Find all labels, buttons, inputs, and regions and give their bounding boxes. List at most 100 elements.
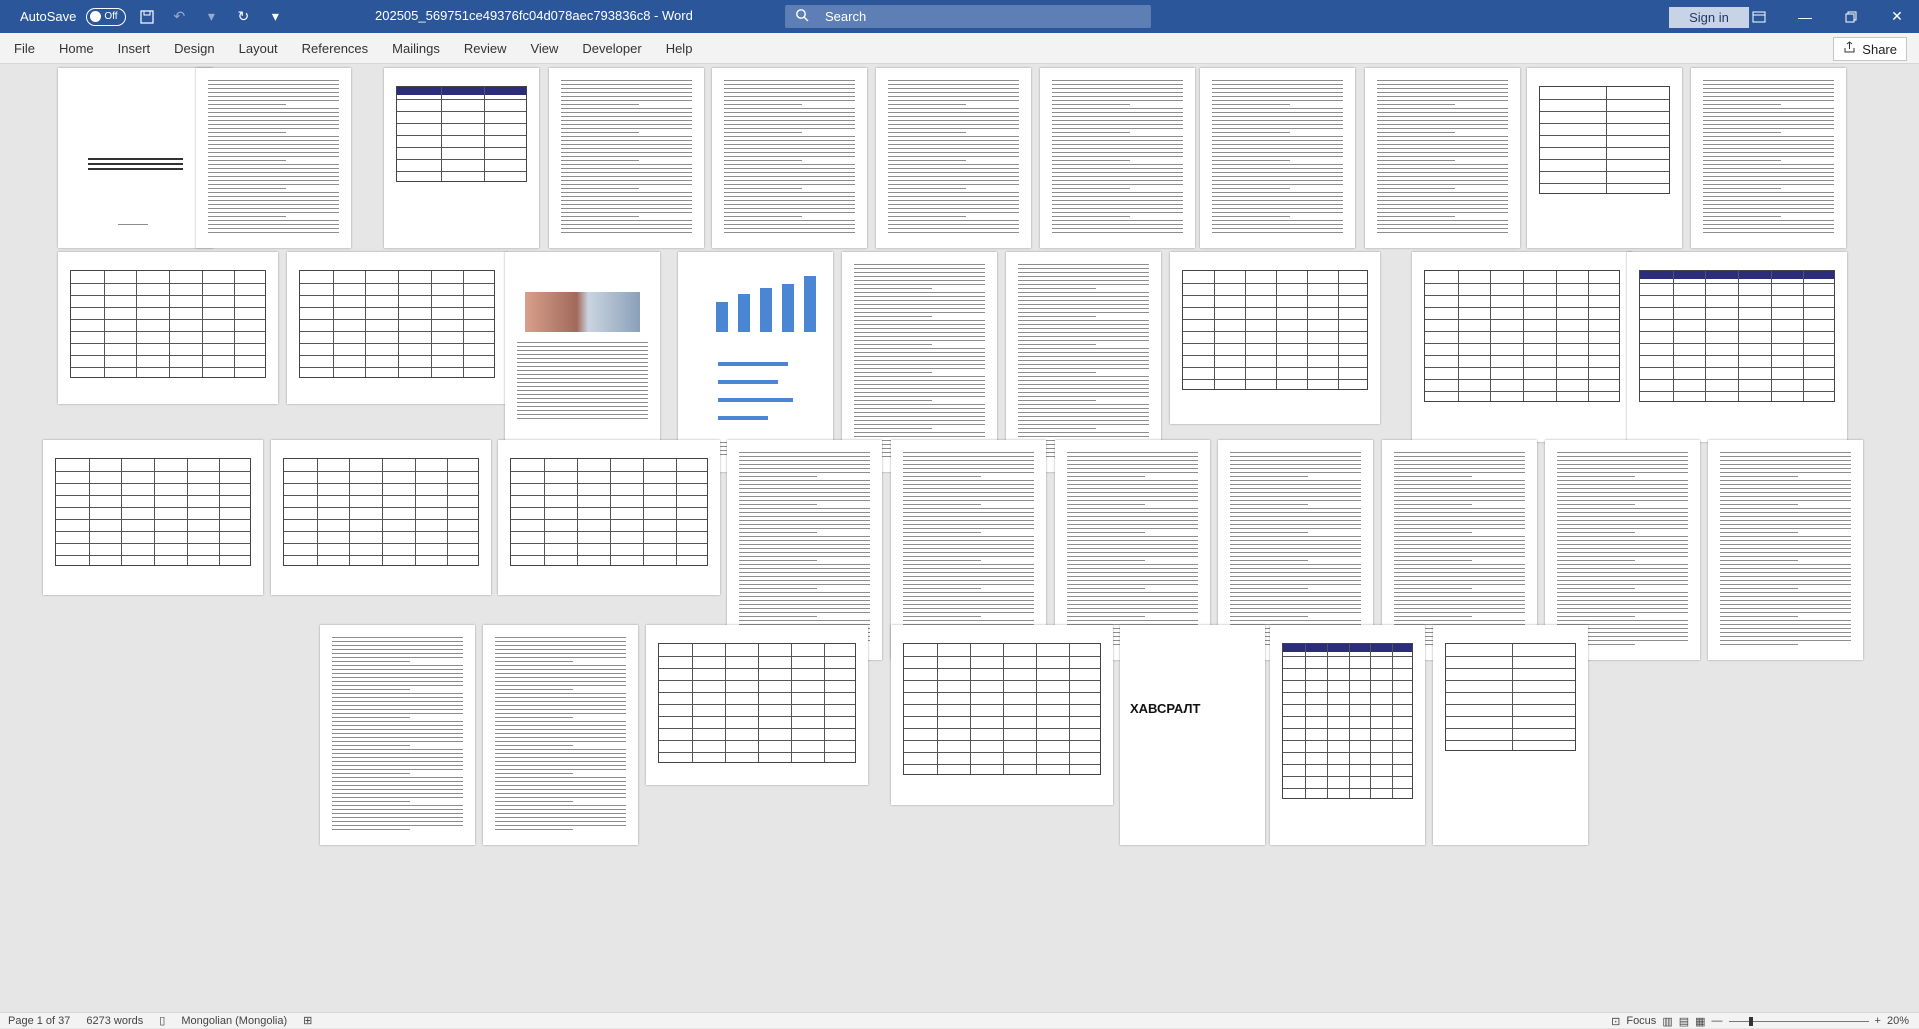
table-row-line (659, 716, 855, 717)
tab-layout[interactable]: Layout (227, 33, 290, 64)
undo-icon[interactable]: ↶ (168, 6, 190, 28)
document-canvas[interactable]: ХАВСРАЛТ (0, 64, 1919, 1012)
page-thumbnail[interactable] (483, 625, 638, 845)
page-thumbnail[interactable] (1691, 68, 1846, 248)
text-line (1720, 552, 1851, 553)
table-row-line (1640, 283, 1834, 284)
page-thumbnail[interactable] (549, 68, 704, 248)
save-icon[interactable] (136, 6, 158, 28)
page-thumbnail[interactable] (1412, 252, 1632, 442)
zoom-level[interactable]: 20% (1887, 1015, 1909, 1027)
zoom-slider[interactable] (1728, 1016, 1869, 1026)
tab-developer[interactable]: Developer (570, 33, 653, 64)
page-thumbnail[interactable] (891, 625, 1113, 805)
page-thumbnail[interactable] (712, 68, 867, 248)
text-line (495, 681, 626, 682)
text-line (1018, 424, 1149, 425)
text-line (332, 821, 463, 822)
accessibility-icon[interactable]: ⊞ (295, 1014, 320, 1027)
undo-dropdown-icon[interactable]: ▾ (200, 6, 222, 28)
page-thumbnail[interactable] (498, 440, 720, 595)
text-line (208, 216, 286, 217)
text-line (332, 797, 463, 798)
table-col-line (1555, 271, 1557, 401)
text-line (208, 148, 339, 149)
tab-help[interactable]: Help (654, 33, 705, 64)
table-row-line (1425, 331, 1619, 332)
word-count[interactable]: 6273 words (78, 1015, 151, 1027)
page-thumbnail[interactable] (287, 252, 507, 404)
tab-design[interactable]: Design (162, 33, 226, 64)
page-thumbnail[interactable] (1433, 625, 1588, 845)
page-thumbnail[interactable] (678, 252, 833, 472)
text-line (1703, 196, 1834, 197)
text-line (1720, 592, 1851, 593)
page-thumbnail[interactable] (1040, 68, 1195, 248)
language-indicator[interactable]: Mongolian (Mongolia) (173, 1015, 295, 1027)
tab-insert[interactable]: Insert (106, 33, 163, 64)
page-thumbnail[interactable] (196, 68, 351, 248)
page-thumbnail[interactable] (1006, 252, 1161, 472)
text-line (1557, 520, 1688, 521)
web-layout-icon[interactable]: ▦ (1695, 1015, 1705, 1028)
text-line (561, 80, 692, 81)
text-line (1557, 488, 1688, 489)
text-line (1212, 144, 1343, 145)
page-thumbnail[interactable] (1365, 68, 1520, 248)
print-layout-icon[interactable]: ▤ (1679, 1015, 1689, 1028)
table-row-line (1540, 111, 1669, 112)
page-thumbnail[interactable] (1200, 68, 1355, 248)
page-thumbnail[interactable] (646, 625, 868, 785)
text-line (1703, 212, 1834, 213)
page-indicator[interactable]: Page 1 of 37 (0, 1015, 78, 1027)
minimize-icon[interactable]: — (1782, 0, 1828, 33)
page-thumbnail[interactable] (58, 252, 278, 404)
tab-mailings[interactable]: Mailings (380, 33, 452, 64)
page-thumbnail[interactable]: ХАВСРАЛТ (1120, 625, 1265, 845)
text-line (1052, 152, 1183, 153)
zoom-out-icon[interactable]: — (1712, 1015, 1723, 1027)
customize-quick-access-icon[interactable]: ▾ (264, 6, 286, 28)
tab-review[interactable]: Review (452, 33, 519, 64)
text-line (1703, 204, 1834, 205)
table-row-line (1640, 343, 1834, 344)
page-thumbnail[interactable] (43, 440, 263, 595)
tab-view[interactable]: View (518, 33, 570, 64)
text-line (495, 725, 626, 726)
page-thumbnail[interactable] (1270, 625, 1425, 845)
page-thumbnail[interactable] (1627, 252, 1847, 442)
close-icon[interactable]: ✕ (1874, 0, 1919, 33)
page-thumbnail[interactable] (1170, 252, 1380, 424)
page-thumbnail[interactable] (1527, 68, 1682, 248)
share-button[interactable]: Share (1833, 37, 1907, 61)
tab-references[interactable]: References (290, 33, 380, 64)
text-line (854, 332, 985, 333)
page-thumbnail[interactable] (271, 440, 491, 595)
text-line (561, 132, 639, 133)
focus-icon[interactable]: ⊡ (1611, 1015, 1620, 1028)
page-thumbnail[interactable] (505, 252, 660, 472)
tab-home[interactable]: Home (47, 33, 106, 64)
text-line (724, 208, 855, 209)
text-line (1212, 96, 1343, 97)
read-mode-icon[interactable]: ▥ (1662, 1015, 1672, 1028)
tab-file[interactable]: File (0, 33, 47, 64)
restore-icon[interactable] (1828, 0, 1874, 33)
page-thumbnail[interactable] (1708, 440, 1863, 660)
zoom-slider-thumb[interactable] (1748, 1016, 1753, 1026)
redo-icon[interactable]: ↻ (232, 6, 254, 28)
search-box[interactable]: Search (785, 5, 1151, 28)
text-line (903, 492, 1034, 493)
text-line (561, 88, 692, 89)
zoom-in-icon[interactable]: + (1875, 1015, 1881, 1027)
page-thumbnail[interactable] (842, 252, 997, 472)
focus-label[interactable]: Focus (1626, 1015, 1656, 1027)
autosave-toggle[interactable]: Off (86, 7, 127, 26)
proofing-icon[interactable]: ▯ (151, 1014, 173, 1027)
page-thumbnail[interactable] (384, 68, 539, 248)
page-thumbnail[interactable] (876, 68, 1031, 248)
page-thumbnail[interactable] (58, 68, 213, 248)
page-thumbnail[interactable] (320, 625, 475, 845)
ribbon-display-options-icon[interactable] (1736, 0, 1782, 33)
text-line (1394, 580, 1525, 581)
